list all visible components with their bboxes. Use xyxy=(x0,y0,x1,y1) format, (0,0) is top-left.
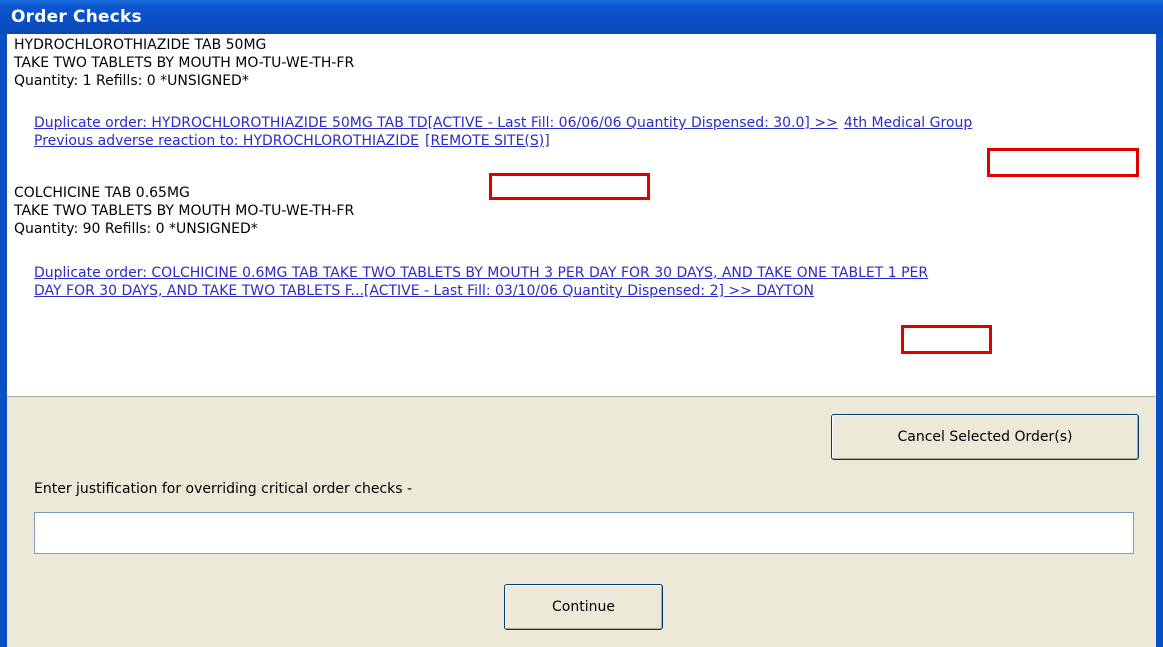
order-2-duplicate-check[interactable]: Duplicate order: COLCHICINE 0.6MG TAB TA… xyxy=(34,264,928,282)
window-left-border xyxy=(0,34,7,647)
highlight-dayton xyxy=(901,325,992,354)
window-title: Order Checks xyxy=(11,7,142,27)
order-1-drug: HYDROCHLOROTHIAZIDE TAB 50MG xyxy=(14,37,267,53)
order-checks-dialog: Order Checks HYDROCHLOROTHIAZIDE TAB 50M… xyxy=(0,0,1163,647)
title-bar[interactable]: Order Checks xyxy=(0,0,1163,34)
order-2-quantity: Quantity: 90 Refills: 0 *UNSIGNED* xyxy=(14,221,258,237)
order-2-drug: COLCHICINE TAB 0.65MG xyxy=(14,185,190,201)
order-1-adverse-site: [REMOTE SITE(S)] xyxy=(425,133,550,149)
order-2-sig: TAKE TWO TABLETS BY MOUTH MO-TU-WE-TH-FR xyxy=(14,203,355,219)
order-2-duplicate-check-cont[interactable]: DAY FOR 30 DAYS, AND TAKE TWO TABLETS F.… xyxy=(34,282,814,300)
justification-label: Enter justification for overriding criti… xyxy=(34,481,413,497)
justification-input[interactable] xyxy=(34,512,1134,554)
order-2-duplicate-text: DAY FOR 30 DAYS, AND TAKE TWO TABLETS F.… xyxy=(34,283,752,299)
order-1-quantity: Quantity: 1 Refills: 0 *UNSIGNED* xyxy=(14,73,249,89)
continue-button[interactable]: Continue xyxy=(504,584,663,630)
highlight-4th-medical-group xyxy=(987,148,1139,177)
order-2-duplicate-site: DAYTON xyxy=(751,283,814,299)
order-1-adverse-text: Previous adverse reaction to: HYDROCHLOR… xyxy=(34,133,420,149)
order-1-duplicate-check[interactable]: Duplicate order: HYDROCHLOROTHIAZIDE 50M… xyxy=(34,114,972,132)
order-1-duplicate-site: 4th Medical Group xyxy=(843,115,973,131)
cancel-selected-orders-button[interactable]: Cancel Selected Order(s) xyxy=(831,414,1139,460)
order-1-adverse-reaction-check[interactable]: Previous adverse reaction to: HYDROCHLOR… xyxy=(34,132,550,150)
highlight-remote-sites xyxy=(489,173,650,200)
order-1-duplicate-text: Duplicate order: HYDROCHLOROTHIAZIDE 50M… xyxy=(34,115,838,131)
window-right-border xyxy=(1156,34,1163,647)
order-1-sig: TAKE TWO TABLETS BY MOUTH MO-TU-WE-TH-FR xyxy=(14,55,355,71)
